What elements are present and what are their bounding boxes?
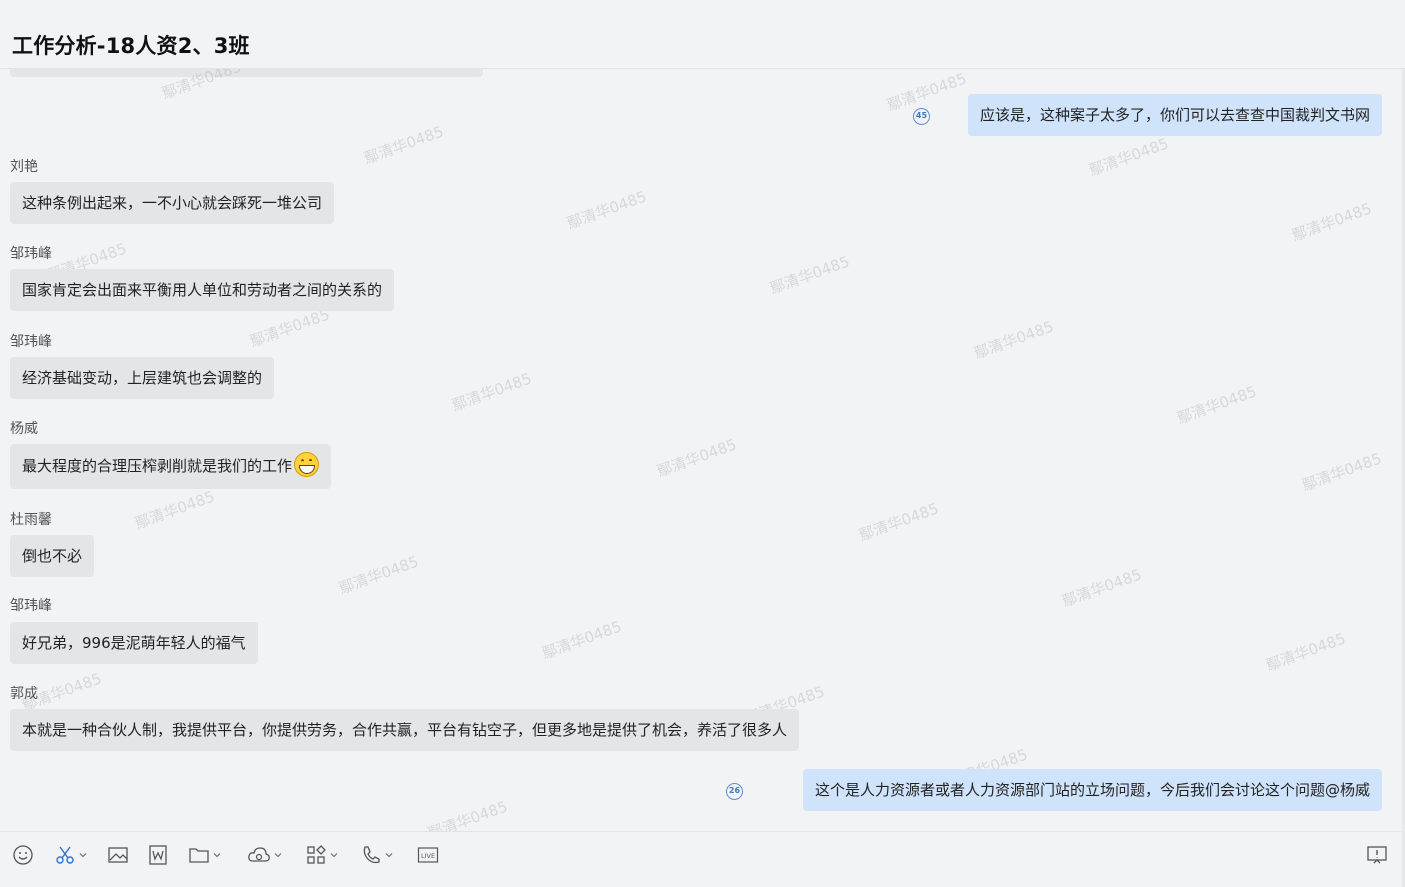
chat-header: 工作分析-18人资2、3班 [0, 0, 1405, 69]
folder-button[interactable] [188, 844, 221, 866]
read-count-badge[interactable]: 45 [913, 108, 930, 125]
chevron-down-icon [213, 853, 221, 858]
message-bubble[interactable]: 国家肯定会出面来平衡用人单位和劳动者之间的关系的 [10, 269, 395, 311]
screen-share-button[interactable] [1366, 844, 1388, 866]
cloud-icon [248, 847, 270, 862]
sender-name[interactable]: 邹玮峰 [10, 595, 52, 615]
watermark: 鄢清华0485 [132, 487, 217, 533]
watermark: 鄢清华0485 [425, 797, 510, 831]
live-button[interactable]: LIVE [417, 844, 439, 866]
image-button[interactable] [107, 844, 129, 866]
message-bubble[interactable]: 这个是人力资源者或者人力资源部门站的立场问题，今后我们会讨论这个问题@杨威 [802, 769, 1382, 811]
partial-message-bubble [10, 69, 483, 77]
sender-name[interactable]: 郭成 [10, 683, 38, 703]
cloud-button[interactable] [247, 844, 282, 866]
sender-name[interactable]: 刘艳 [10, 156, 38, 176]
apps-icon [307, 845, 326, 864]
emoji-icon [13, 845, 33, 865]
input-toolbar: LIVE [0, 831, 1405, 887]
message-bubble[interactable]: 应该是，这种案子太多了，你们可以去查查中国裁判文书网 [967, 94, 1382, 136]
sender-name[interactable]: 杨威 [10, 418, 38, 438]
watermark: 鄢清华0485 [654, 435, 739, 481]
watermark: 鄢清华0485 [336, 552, 421, 598]
image-icon [108, 847, 128, 863]
read-count-badge[interactable]: 26 [726, 783, 743, 800]
watermark: 鄢清华0485 [971, 317, 1056, 363]
svg-text:LIVE: LIVE [421, 852, 435, 860]
word-doc-button[interactable] [147, 844, 169, 866]
watermark: 鄢清华0485 [1059, 565, 1144, 611]
message-bubble[interactable]: 这种条例出起来，一不小心就会踩死一堆公司 [10, 182, 335, 224]
watermark: 鄢清华0485 [1263, 629, 1348, 675]
message-bubble[interactable]: 经济基础变动，上层建筑也会调整的 [10, 357, 275, 399]
chevron-down-icon [79, 853, 87, 858]
chevron-down-icon [330, 853, 338, 858]
watermark: 鄢清华0485 [1289, 199, 1374, 245]
sender-name[interactable]: 邹玮峰 [10, 331, 52, 351]
watermark: 鄢清华0485 [884, 69, 969, 115]
message-bubble[interactable]: 最大程度的合理压榨剥削就是我们的工作 [10, 444, 332, 489]
watermark: 鄢清华0485 [1299, 449, 1384, 495]
folder-icon [189, 848, 209, 863]
watermark: 鄢清华0485 [564, 187, 649, 233]
watermark: 鄢清华0485 [449, 369, 534, 415]
message-bubble[interactable]: 好兄弟，996是泥萌年轻人的福气 [10, 622, 258, 664]
phone-icon [363, 846, 380, 864]
watermark: 鄢清华0485 [539, 617, 624, 663]
watermark: 鄢清华0485 [1086, 134, 1171, 180]
message-list[interactable]: 鄢清华0485 鄢清华0485 鄢清华0485 鄢清华0485 鄢清华0485 … [0, 69, 1405, 831]
call-button[interactable] [360, 844, 393, 866]
sender-name[interactable]: 邹玮峰 [10, 243, 52, 263]
emoji-button[interactable] [12, 844, 34, 866]
word-doc-icon [149, 845, 167, 865]
chevron-down-icon [385, 853, 393, 858]
grinning-face-icon [294, 452, 320, 477]
scissors-icon [56, 846, 74, 864]
screenshot-button[interactable] [54, 844, 87, 866]
message-bubble[interactable]: 倒也不必 [10, 535, 95, 577]
watermark: 鄢清华0485 [361, 122, 446, 168]
watermark: 鄢清华0485 [767, 252, 852, 298]
sender-name[interactable]: 杜雨馨 [10, 509, 52, 529]
chevron-down-icon [274, 853, 282, 858]
apps-button[interactable] [305, 844, 338, 866]
chat-title: 工作分析-18人资2、3班 [12, 34, 250, 58]
screen-share-icon [1367, 846, 1387, 864]
watermark: 鄢清华0485 [856, 499, 941, 545]
live-icon: LIVE [417, 847, 439, 863]
message-text: 最大程度的合理压榨剥削就是我们的工作 [22, 457, 293, 475]
watermark: 鄢清华0485 [1174, 382, 1259, 428]
message-bubble[interactable]: 本就是一种合伙人制，我提供平台，你提供劳务，合作共赢，平台有钻空子，但更多地是提… [10, 709, 800, 751]
